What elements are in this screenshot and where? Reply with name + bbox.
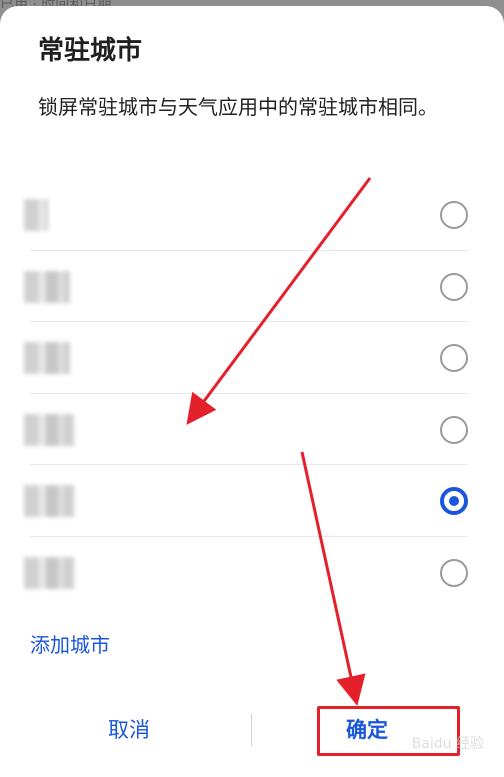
dialog-title: 常驻城市 <box>38 36 143 66</box>
city-option[interactable] <box>24 251 468 322</box>
watermark: Baidu 经验 <box>411 736 484 752</box>
radio-button-icon[interactable] <box>440 201 468 229</box>
add-city-link[interactable]: 添加城市 <box>30 629 110 658</box>
blurred-city-name <box>24 413 74 446</box>
cancel-button[interactable]: 取消 <box>100 710 158 748</box>
blurred-city-name <box>24 199 48 231</box>
city-option-selected[interactable] <box>24 465 468 537</box>
city-list <box>0 179 504 607</box>
city-option[interactable] <box>24 179 468 251</box>
footer-divider <box>251 714 252 746</box>
city-option[interactable] <box>24 322 468 394</box>
dialog-description: 锁屏常驻城市与天气应用中的常驻城市相同。 <box>38 95 438 119</box>
city-option[interactable] <box>24 537 468 608</box>
radio-button-icon[interactable] <box>440 415 468 444</box>
radio-button-selected-icon[interactable] <box>440 487 468 515</box>
blurred-city-name <box>24 270 70 303</box>
radio-button-icon[interactable] <box>440 272 468 301</box>
blurred-city-name <box>24 342 70 374</box>
blurred-city-name <box>24 556 74 589</box>
radio-button-icon[interactable] <box>440 344 468 372</box>
city-option[interactable] <box>24 394 468 465</box>
blurred-city-name <box>24 485 74 517</box>
radio-button-icon[interactable] <box>440 558 468 587</box>
city-dialog: 常驻城市 锁屏常驻城市与天气应用中的常驻城市相同。 添加城市 <box>0 6 504 777</box>
